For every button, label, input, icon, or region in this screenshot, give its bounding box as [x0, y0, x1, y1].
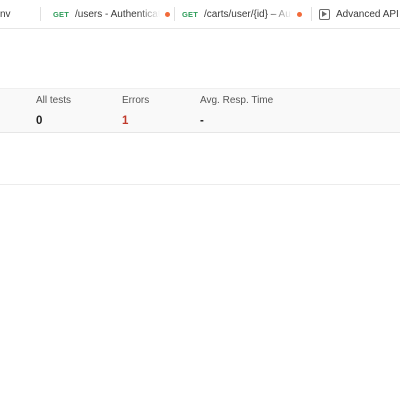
tab-divider	[174, 7, 175, 21]
tab-bar: nv GET /users - Authenticated GET /carts…	[0, 0, 400, 29]
run-summary: All tests 0 Errors 1 Avg. Resp. Time -	[0, 88, 400, 133]
stat-label: Avg. Resp. Time	[200, 95, 274, 106]
section-divider	[0, 184, 400, 185]
stat-all-tests: All tests 0	[36, 95, 71, 128]
tab-environment[interactable]: nv	[0, 0, 36, 28]
tab-label: /users - Authenticated	[75, 8, 160, 20]
stat-value: 0	[36, 115, 43, 127]
unsaved-changes-dot	[165, 11, 170, 17]
http-method-badge: GET	[53, 9, 70, 19]
tab-label: /carts/user/{id} – Authenticated	[204, 8, 293, 20]
stat-label: All tests	[36, 95, 72, 106]
tab-get-users[interactable]: GET /users - Authenticated	[53, 0, 170, 28]
stat-value-errors: 1	[122, 115, 129, 127]
unsaved-changes-dot	[297, 11, 303, 17]
stat-errors: Errors 1	[122, 95, 149, 128]
tab-get-carts-user[interactable]: GET /carts/user/{id} – Authenticated	[182, 0, 306, 28]
tab-divider	[311, 7, 312, 21]
play-icon	[319, 8, 330, 20]
tab-label: nv	[0, 8, 11, 20]
stat-avg-resp-time: Avg. Resp. Time -	[200, 95, 273, 128]
stat-value: -	[200, 115, 204, 127]
tab-label: Advanced API Tests	[336, 8, 400, 20]
tab-divider	[40, 7, 41, 21]
stat-label: Errors	[122, 95, 150, 106]
http-method-badge: GET	[182, 9, 199, 19]
tab-advanced-api-tests[interactable]: Advanced API Tests	[319, 0, 400, 28]
